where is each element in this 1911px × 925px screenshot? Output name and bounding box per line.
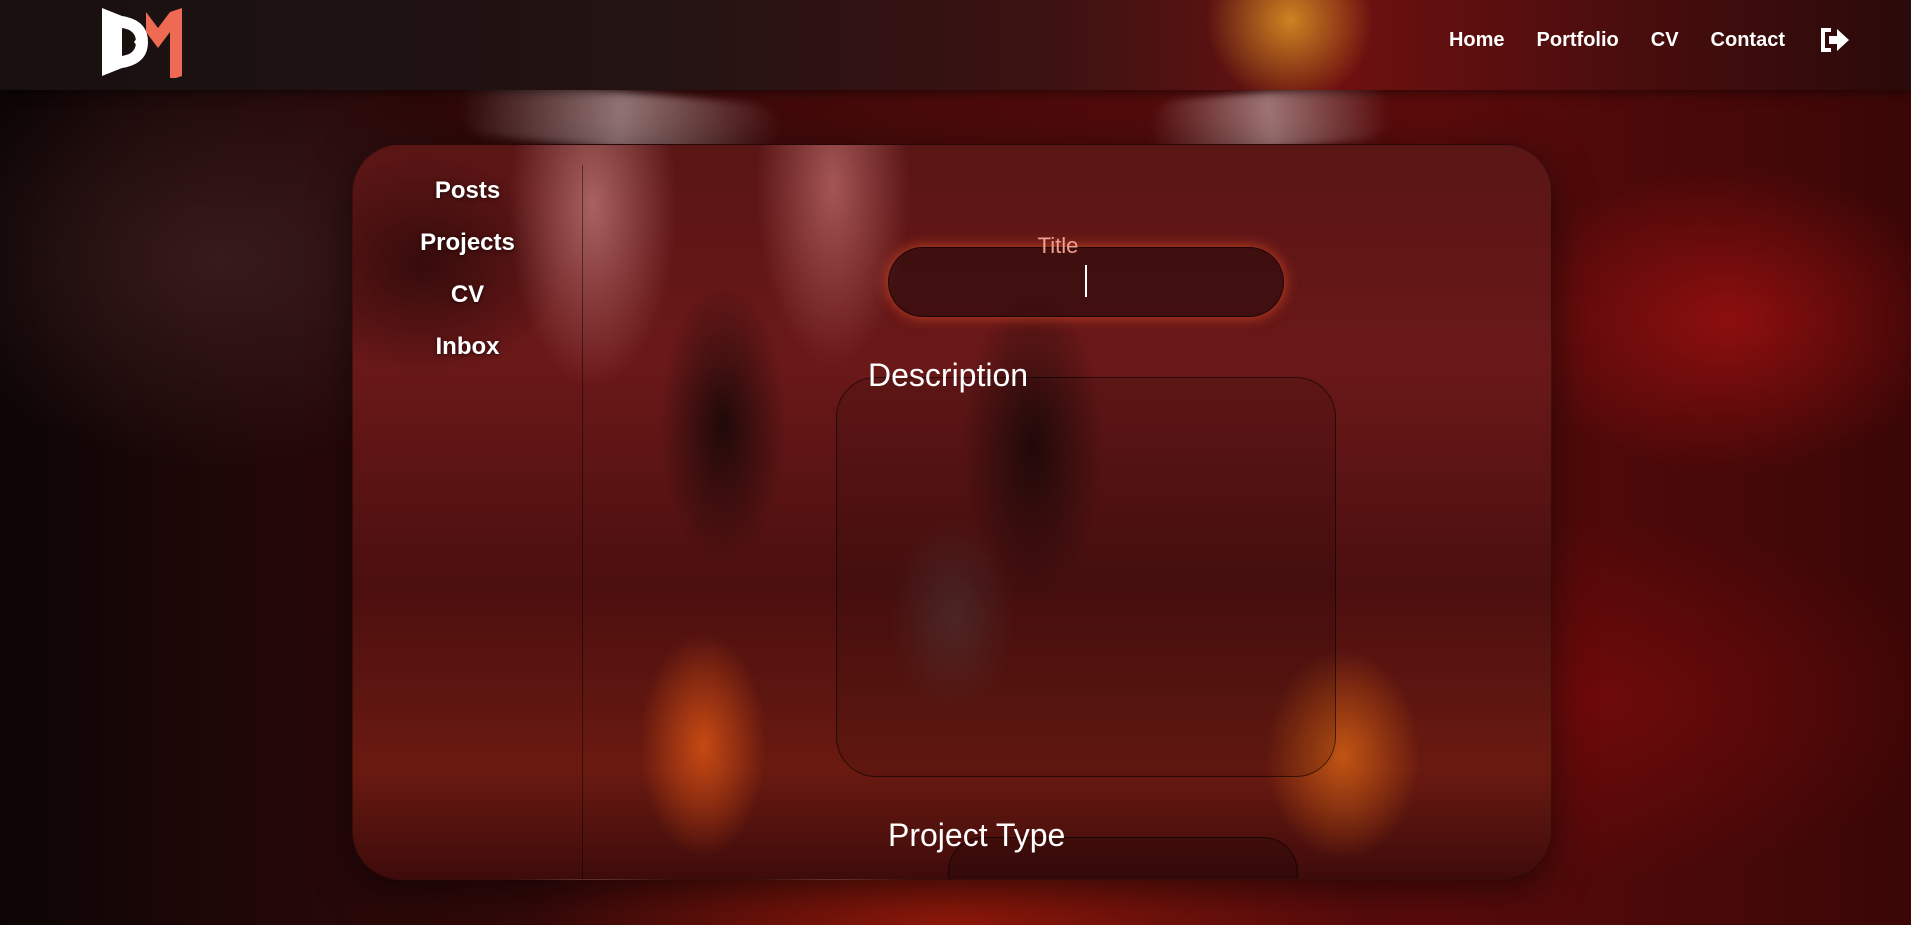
sidebar-item-projects[interactable]: Projects [420,227,515,259]
navbar: Home Portfolio CV Contact [0,0,1911,90]
sidebar-item-inbox[interactable]: Inbox [436,331,500,363]
project-type-label: Project Type [888,817,1066,853]
nav-cv-link[interactable]: CV [1651,29,1679,52]
description-textarea[interactable] [836,377,1336,777]
sidebar-item-cv[interactable]: CV [451,279,484,311]
site-logo[interactable] [100,6,184,80]
text-caret [1085,265,1087,297]
nav-home-link[interactable]: Home [1449,29,1505,52]
main-nav: Home Portfolio CV Contact [1449,0,1851,80]
title-label: Title [1037,233,1079,258]
sidebar-item-posts[interactable]: Posts [435,175,500,207]
nav-portfolio-link[interactable]: Portfolio [1537,29,1619,52]
sign-out-icon[interactable] [1817,26,1851,54]
dashboard-sidebar: Posts Projects CV Inbox [353,165,583,879]
nav-contact-link[interactable]: Contact [1711,29,1785,52]
dashboard-panel: Posts Projects CV Inbox Title Descriptio… [352,144,1552,880]
description-label: Description [868,357,1029,393]
project-form: Title Description Project Type [583,145,1551,879]
